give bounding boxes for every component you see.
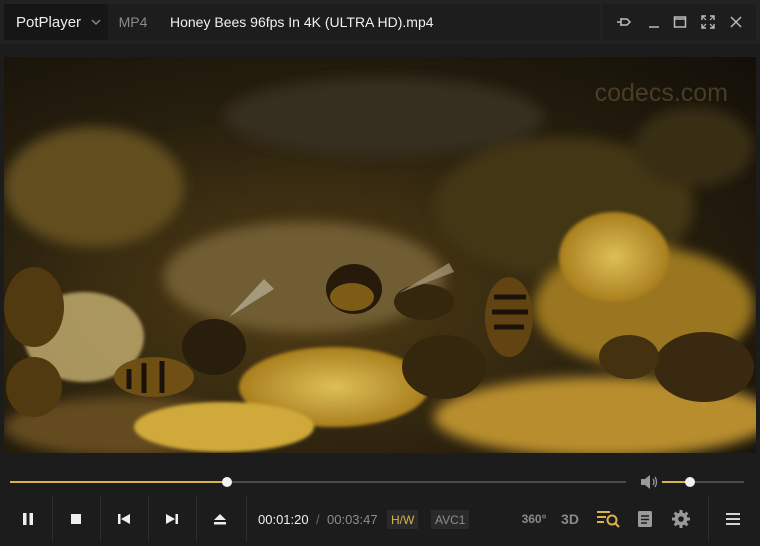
open-file-button[interactable] [196, 496, 244, 542]
pin-button[interactable] [610, 4, 638, 40]
seek-row [0, 466, 760, 496]
seek-bar-handle[interactable] [221, 477, 232, 487]
pin-icon [617, 18, 632, 26]
eject-icon [214, 514, 226, 525]
previous-button[interactable] [100, 496, 148, 542]
playlist-search-icon [597, 511, 620, 528]
total-time[interactable]: 00:03:47 [327, 512, 378, 527]
subtitles-icon [638, 511, 652, 527]
chevron-down-icon [91, 19, 101, 26]
vr-360-icon: 360° [521, 512, 547, 526]
close-icon [730, 16, 742, 28]
close-button[interactable] [722, 4, 750, 40]
format-label: MP4 [108, 4, 158, 40]
pause-button[interactable] [4, 496, 52, 542]
app-menu-button[interactable]: PotPlayer [4, 4, 108, 40]
stop-icon [71, 514, 81, 524]
next-button[interactable] [148, 496, 196, 542]
window-title: Honey Bees 96fps In 4K (ULTRA HD).mp4 [158, 4, 600, 40]
title-bar: PotPlayer MP4 Honey Bees 96fps In 4K (UL… [0, 0, 760, 44]
video-image [4, 57, 756, 453]
seek-bar[interactable] [10, 477, 626, 487]
3d-icon: 3D [561, 511, 579, 527]
maximize-icon [673, 16, 687, 28]
time-separator: / [316, 512, 320, 527]
fullscreen-icon [701, 15, 715, 29]
separator [246, 496, 247, 542]
volume-slider[interactable] [662, 477, 744, 487]
subtitles-button[interactable] [630, 504, 660, 534]
window-controls [602, 4, 756, 40]
volume-icon[interactable] [640, 474, 658, 490]
video-frame[interactable]: codecs.com [4, 57, 756, 453]
codec-badge[interactable]: AVC1 [431, 510, 470, 529]
skip-previous-icon [118, 514, 130, 524]
main-menu-button[interactable] [718, 504, 748, 534]
stop-button[interactable] [52, 496, 100, 542]
gear-icon [672, 510, 690, 528]
current-time[interactable]: 00:01:20 [258, 512, 309, 527]
settings-button[interactable] [666, 504, 696, 534]
seek-bar-fill [10, 481, 227, 483]
app-name: PotPlayer [16, 13, 82, 31]
3d-button[interactable]: 3D [555, 504, 585, 534]
skip-next-icon [166, 514, 178, 524]
fullscreen-button[interactable] [694, 4, 722, 40]
vr-360-button[interactable]: 360° [519, 504, 549, 534]
maximize-button[interactable] [666, 4, 694, 40]
watermark: codecs.com [594, 79, 728, 107]
pause-icon [23, 513, 33, 525]
hw-decode-badge[interactable]: H/W [387, 510, 419, 529]
separator [708, 496, 709, 542]
minimize-icon [649, 26, 659, 28]
hamburger-menu-icon [726, 513, 740, 525]
minimize-button[interactable] [640, 4, 668, 40]
volume-slider-handle[interactable] [684, 477, 695, 487]
control-bar: 00:01:20 / 00:03:47 H/W AVC1 360° 3D [0, 496, 760, 546]
playlist-search-button[interactable] [593, 504, 623, 534]
